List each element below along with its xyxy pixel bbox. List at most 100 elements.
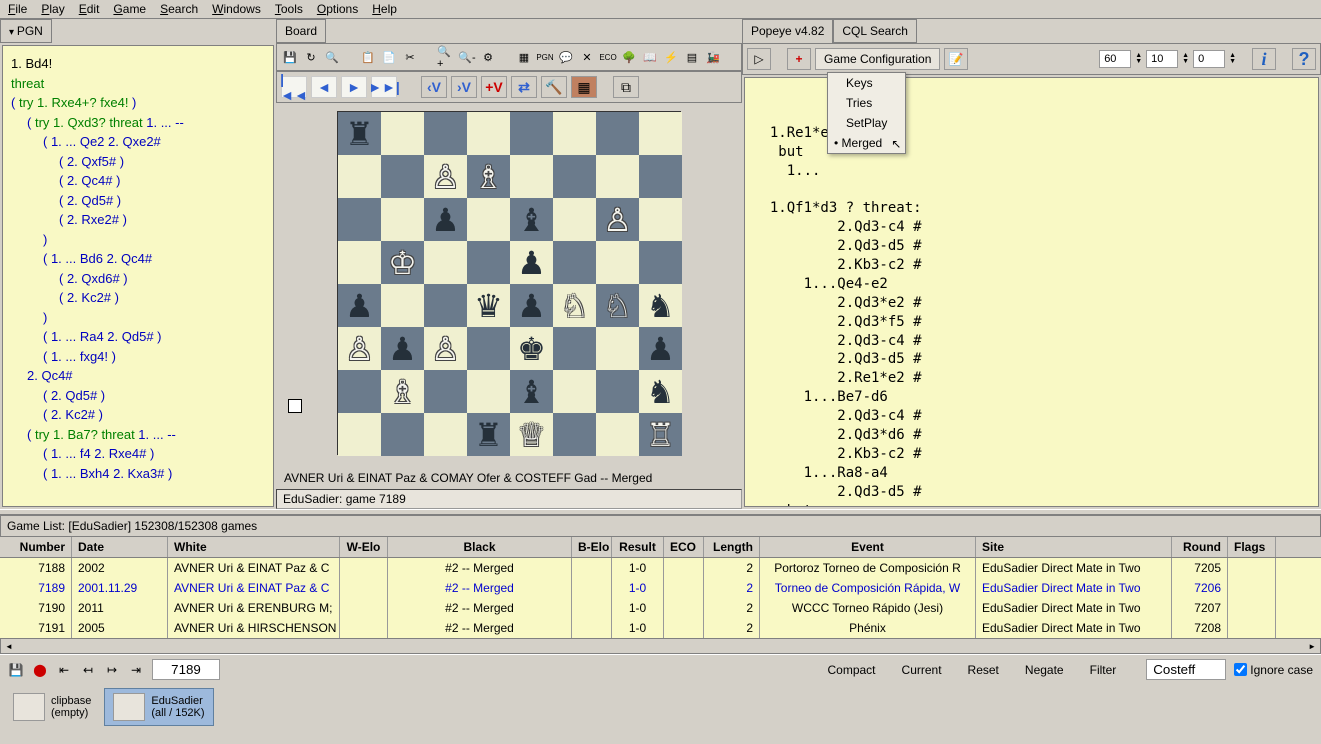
col-header-site[interactable]: Site: [976, 537, 1172, 557]
square-h6[interactable]: [639, 198, 682, 241]
tree-icon[interactable]: 🌳: [620, 48, 638, 66]
col-header-black[interactable]: Black: [388, 537, 572, 557]
square-h5[interactable]: [639, 241, 682, 284]
eco-icon[interactable]: ECO: [599, 48, 617, 66]
nav-fwd-icon[interactable]: ►: [341, 76, 367, 98]
save-icon[interactable]: 💾: [281, 48, 299, 66]
square-d7[interactable]: ♗: [467, 155, 510, 198]
nav-end-icon[interactable]: ►►|: [371, 76, 397, 98]
col-header-length[interactable]: Length: [704, 537, 760, 557]
var-add-button[interactable]: +V: [481, 76, 507, 98]
square-g8[interactable]: [596, 112, 639, 155]
square-g3[interactable]: [596, 327, 639, 370]
square-a5[interactable]: [338, 241, 381, 284]
square-a1[interactable]: [338, 413, 381, 456]
gamelist-header[interactable]: NumberDateWhiteW-EloBlackB-EloResultECOL…: [0, 537, 1321, 558]
pgn-notation[interactable]: 1. Bd4!threat( try 1. Rxe4+? fxe4! )( tr…: [2, 45, 274, 507]
copy-board-icon[interactable]: ⧉: [613, 76, 639, 98]
nav-start-icon[interactable]: |◄◄: [281, 76, 307, 98]
var-next-button[interactable]: ›V: [451, 76, 477, 98]
info-icon[interactable]: i: [1252, 48, 1276, 70]
square-a2[interactable]: [338, 370, 381, 413]
square-a4[interactable]: ♟: [338, 284, 381, 327]
square-g6[interactable]: ♙: [596, 198, 639, 241]
spinner-1-arrows[interactable]: ▲▼: [1135, 53, 1142, 65]
square-d6[interactable]: [467, 198, 510, 241]
square-a7[interactable]: [338, 155, 381, 198]
menu-windows[interactable]: Windows: [212, 2, 261, 16]
col-header-date[interactable]: Date: [72, 537, 168, 557]
current-button[interactable]: Current: [898, 661, 946, 679]
menu-file[interactable]: File: [8, 2, 27, 16]
square-e7[interactable]: [510, 155, 553, 198]
square-c1[interactable]: [424, 413, 467, 456]
square-g1[interactable]: [596, 413, 639, 456]
compact-button[interactable]: Compact: [824, 661, 880, 679]
layout-icon[interactable]: ▤: [683, 48, 701, 66]
square-e6[interactable]: ♝: [510, 198, 553, 241]
pgn-tab[interactable]: PGN: [0, 19, 52, 43]
square-h2[interactable]: ♞: [639, 370, 682, 413]
menu-game[interactable]: Game: [113, 2, 146, 16]
square-f6[interactable]: [553, 198, 596, 241]
square-f4[interactable]: ♘: [553, 284, 596, 327]
texture-icon[interactable]: ▦: [571, 76, 597, 98]
ignore-case-checkbox[interactable]: Ignore case: [1234, 663, 1313, 677]
square-d8[interactable]: [467, 112, 510, 155]
square-c4[interactable]: [424, 284, 467, 327]
square-f7[interactable]: [553, 155, 596, 198]
db-item-clipbase[interactable]: clipbase(empty): [4, 688, 100, 726]
square-b8[interactable]: [381, 112, 424, 155]
list-prev-icon[interactable]: ↤: [80, 662, 96, 678]
col-header-event[interactable]: Event: [760, 537, 976, 557]
square-f5[interactable]: [553, 241, 596, 284]
square-e2[interactable]: ♝: [510, 370, 553, 413]
square-d4[interactable]: ♛: [467, 284, 510, 327]
square-g2[interactable]: [596, 370, 639, 413]
square-g7[interactable]: [596, 155, 639, 198]
table-row[interactable]: 71882002AVNER Uri & EINAT Paz & C#2 -- M…: [0, 558, 1321, 578]
square-e4[interactable]: ♟: [510, 284, 553, 327]
col-header-eco[interactable]: ECO: [664, 537, 704, 557]
col-header-number[interactable]: Number: [0, 537, 72, 557]
menu-tools[interactable]: Tools: [275, 2, 303, 16]
square-g5[interactable]: [596, 241, 639, 284]
menu-edit[interactable]: Edit: [79, 2, 100, 16]
square-a6[interactable]: [338, 198, 381, 241]
menu-item-setplay[interactable]: SetPlay: [828, 113, 905, 133]
ignore-case-box[interactable]: [1234, 663, 1247, 676]
tab-cql[interactable]: CQL Search: [833, 19, 917, 43]
play-icon[interactable]: ▷: [747, 48, 771, 70]
square-g4[interactable]: ♘: [596, 284, 639, 327]
square-e3[interactable]: ♚: [510, 327, 553, 370]
edit-icon[interactable]: 📝: [944, 48, 968, 70]
square-c8[interactable]: [424, 112, 467, 155]
list-next-icon[interactable]: ↦: [104, 662, 120, 678]
var-prev-button[interactable]: ‹V: [421, 76, 447, 98]
square-b7[interactable]: [381, 155, 424, 198]
copy-icon[interactable]: 📋: [359, 48, 377, 66]
square-e8[interactable]: [510, 112, 553, 155]
db-item-edusadier[interactable]: EduSadier(all / 152K): [104, 688, 213, 726]
col-header-white[interactable]: White: [168, 537, 340, 557]
board-tab[interactable]: Board: [276, 19, 326, 43]
square-c7[interactable]: ♙: [424, 155, 467, 198]
nav-back-icon[interactable]: ◄: [311, 76, 337, 98]
spinner-3[interactable]: 0: [1193, 50, 1225, 68]
reload-icon[interactable]: ↻: [302, 48, 320, 66]
reset-button[interactable]: Reset: [964, 661, 1003, 679]
filter-button[interactable]: Filter: [1086, 661, 1121, 679]
filter-input[interactable]: [1146, 659, 1226, 680]
spinner-2-arrows[interactable]: ▲▼: [1182, 53, 1189, 65]
square-e5[interactable]: ♟: [510, 241, 553, 284]
var-exit-button[interactable]: ⇄: [511, 76, 537, 98]
plus-icon[interactable]: +: [787, 48, 811, 70]
train-icon[interactable]: 🚂: [704, 48, 722, 66]
list-last-icon[interactable]: ⇥: [128, 662, 144, 678]
square-h3[interactable]: ♟: [639, 327, 682, 370]
square-b2[interactable]: ♗: [381, 370, 424, 413]
book-icon[interactable]: 📖: [641, 48, 659, 66]
hammer-icon[interactable]: 🔨: [541, 76, 567, 98]
zoom-out-icon[interactable]: 🔍-: [458, 48, 476, 66]
menu-options[interactable]: Options: [317, 2, 358, 16]
